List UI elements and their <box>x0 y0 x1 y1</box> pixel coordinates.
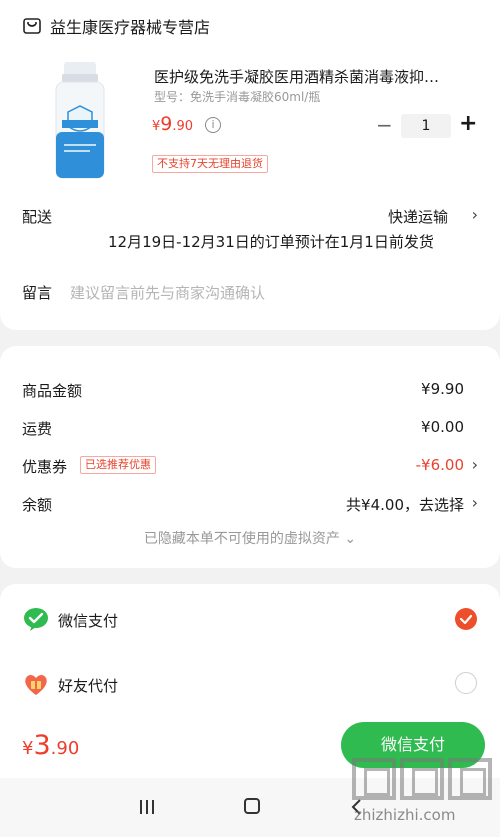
delivery-label: 配送 <box>22 208 53 226</box>
product-spec: 型号：免洗手消毒凝胶60ml/瓶 <box>154 90 321 104</box>
shipping-value: ¥0.00 <box>421 418 464 436</box>
message-input[interactable]: 建议留言前先与商家沟通确认 <box>70 282 265 303</box>
radio-unselected-friend[interactable] <box>455 672 477 694</box>
recents-icon[interactable] <box>139 800 155 814</box>
payment-option-friend[interactable]: 好友代付 <box>58 675 118 696</box>
watermark-glyph <box>352 758 396 800</box>
watermark-logo <box>352 758 492 800</box>
info-icon[interactable]: i <box>205 117 221 133</box>
balance-label: 余额 <box>22 496 53 514</box>
friend-pay-icon <box>25 675 47 695</box>
delivery-method[interactable]: 快递运输 <box>388 206 448 227</box>
increase-quantity-button[interactable]: + <box>459 112 477 136</box>
wechat-pay-icon <box>24 608 48 631</box>
decrease-quantity-button[interactable]: − <box>376 114 393 136</box>
hidden-assets-toggle[interactable]: 已隐藏本单不可使用的虚拟资产 ⌄ <box>0 528 500 548</box>
watermark-text: zhizhizhi.com <box>354 806 456 824</box>
shop-name: 益生康医疗器械专营店 <box>50 18 211 37</box>
goods-amount-value: ¥9.90 <box>421 380 464 398</box>
shop-header[interactable]: 益生康医疗器械专营店 <box>22 14 210 38</box>
shipping-label: 运费 <box>22 420 53 438</box>
coupon-badge: 已选推荐优惠 <box>80 456 156 474</box>
product-price: ¥9.90 <box>152 113 193 135</box>
home-icon[interactable] <box>244 798 260 814</box>
store-icon <box>23 18 41 34</box>
total-decimal: .90 <box>50 738 80 759</box>
price-integer: 9 <box>160 113 173 135</box>
product-title[interactable]: 医护级免洗手凝胶医用酒精杀菌消毒液抑… <box>154 66 474 87</box>
product-image[interactable] <box>52 62 108 180</box>
payment-method-card <box>0 584 500 724</box>
goods-amount-label: 商品金额 <box>22 382 83 400</box>
no-return-tag: 不支持7天无理由退货 <box>152 155 268 173</box>
total-currency: ¥ <box>22 738 34 759</box>
check-icon <box>459 614 473 625</box>
coupon-value[interactable]: -¥6.00 <box>416 456 464 474</box>
message-label: 留言 <box>22 284 53 302</box>
price-decimal: .90 <box>172 119 194 134</box>
total-integer: 3 <box>33 730 51 761</box>
chevron-right-icon[interactable]: › <box>472 455 478 474</box>
radio-selected-wechat[interactable] <box>455 608 477 630</box>
coupon-label: 优惠券 <box>22 458 68 476</box>
watermark-glyph <box>448 758 492 800</box>
total-price: ¥3.90 <box>22 730 79 761</box>
watermark-glyph <box>400 758 444 800</box>
quantity-input[interactable]: 1 <box>401 114 451 138</box>
payment-option-wechat[interactable]: 微信支付 <box>58 610 118 631</box>
balance-value[interactable]: 共¥4.00，去选择 <box>346 494 464 515</box>
delivery-estimate: 12月19日-12月31日的订单预计在1月1日前发货 <box>108 233 434 251</box>
chevron-right-icon[interactable]: › <box>472 205 478 224</box>
chevron-right-icon[interactable]: › <box>472 493 478 512</box>
